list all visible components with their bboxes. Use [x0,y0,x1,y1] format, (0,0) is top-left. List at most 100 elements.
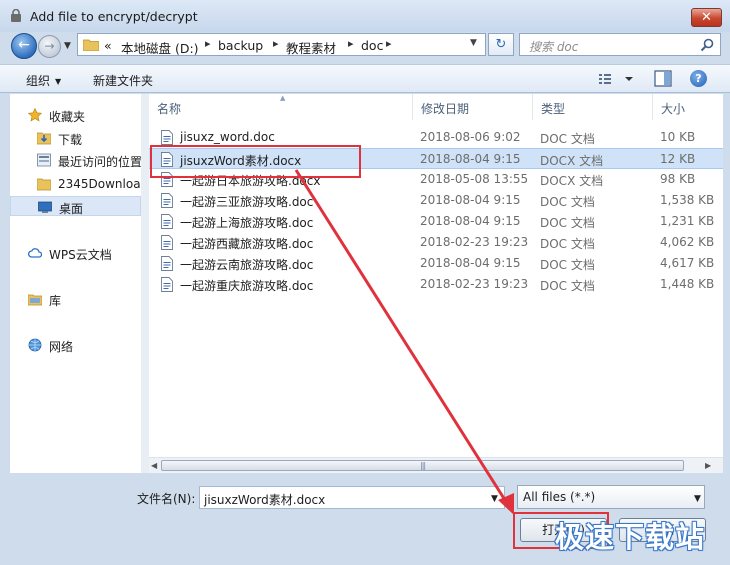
column-header-type[interactable]: 类型 [533,94,653,120]
address-overflow[interactable]: « [104,38,112,53]
search-placeholder[interactable]: 搜索 doc [529,38,578,55]
sort-ascending-icon: ▲ [280,94,286,102]
file-date: 2018-08-04 9:15 [420,193,521,207]
file-row[interactable]: 一起游西藏旅游攻略.doc 2018-02-23 19:23 DOC 文档 4,062… [149,232,723,253]
desktop-icon [38,201,52,213]
help-button[interactable]: ? [690,70,707,87]
file-type: DOCX 文档 [540,174,604,188]
sidebar-item-2345downloads[interactable]: 2345Downloads [10,174,141,194]
address-segment-doc[interactable]: doc [361,38,383,53]
address-segment-backup[interactable]: backup [218,38,263,53]
organize-menu[interactable]: 组织 ▼ [26,72,61,89]
sidebar-item-downloads[interactable]: 下载 [10,128,141,148]
sidebar-item-libraries[interactable]: 库 [10,289,141,309]
file-row[interactable]: 一起游重庆旅游攻略.doc 2018-02-23 19:23 DOC 文档 1,448… [149,274,723,295]
sidebar-item-label: 2345Downloads [58,177,141,191]
file-date: 2018-08-06 9:02 [420,130,521,144]
column-header-date[interactable]: 修改日期 [413,94,533,120]
sidebar-item-recent-places[interactable]: 最近访问的位置 [10,150,141,170]
file-name: 一起游三亚旅游攻略.doc [180,195,314,209]
scrollbar-thumb[interactable]: ||| [161,460,684,471]
file-date: 2018-08-04 9:15 [420,152,521,166]
sidebar-item-label: 库 [49,294,62,308]
address-segment-drive[interactable]: 本地磁盘 (D:) [121,38,199,57]
sidebar-item-desktop[interactable]: 桌面 [10,196,141,216]
folder-icon [37,178,51,191]
scroll-right-icon[interactable]: ▶ [705,461,711,470]
sidebar-item-network[interactable]: 网络 [10,335,141,355]
column-header-size[interactable]: 大小 [653,94,723,120]
change-view-icon[interactable] [598,71,638,87]
file-date: 2018-02-23 19:23 [420,277,529,291]
chevron-right-icon[interactable]: ▸ [386,37,392,50]
filename-dropdown-icon[interactable]: ▼ [491,494,498,504]
file-date: 2018-05-08 13:55 [420,172,529,186]
file-size: 1,538 KB [660,193,715,207]
cloud-icon [28,248,42,258]
search-box[interactable]: 搜索 doc [519,33,721,56]
file-row[interactable]: 一起游云南旅游攻略.doc 2018-08-04 9:15 DOC 文档 4,617 … [149,253,723,274]
preview-pane-icon[interactable] [654,70,672,87]
filename-label: 文件名(N): [137,492,196,506]
file-name: 一起游西藏旅游攻略.doc [180,237,314,251]
file-size: 4,062 KB [660,235,715,249]
document-icon [161,130,173,145]
download-folder-icon [37,132,51,145]
address-segment-tutorial[interactable]: 教程素材 [286,38,336,57]
file-name: jisuxz_word.doc [180,130,275,144]
address-bar[interactable]: « 本地磁盘 (D:) ▸ backup ▸ 教程素材 ▸ doc ▸ [77,33,486,56]
file-row[interactable]: 一起游上海旅游攻略.doc 2018-08-04 9:15 DOC 文档 1,231 … [149,211,723,232]
sidebar-item-label: 桌面 [59,202,84,216]
refresh-button[interactable]: ↻ [488,33,514,56]
navigation-bar: ← → ▼ « 本地磁盘 (D:) ▸ backup ▸ 教程素材 ▸ doc … [0,30,730,60]
window-title: Add file to encrypt/decrypt [30,9,198,24]
file-size: 4,617 KB [660,256,715,270]
back-button[interactable]: ← [11,33,37,59]
filetype-dropdown-icon[interactable]: ▼ [694,494,701,504]
file-name: 一起游上海旅游攻略.doc [180,216,314,230]
watermark-text: 极速下载站 [555,520,706,554]
file-type: DOC 文档 [540,216,595,230]
file-size: 1,231 KB [660,214,715,228]
document-icon [161,277,173,292]
sidebar-item-label: WPS云文档 [49,248,112,262]
filetype-select[interactable]: All files (*.*) [517,485,705,509]
pane-splitter[interactable] [141,94,149,473]
organize-label: 组织 [26,74,51,88]
sidebar-item-label: 下载 [58,133,83,147]
chevron-right-icon[interactable]: ▸ [273,37,279,50]
scroll-left-icon[interactable]: ◀ [151,461,157,470]
address-dropdown-icon[interactable]: ▼ [470,38,477,48]
file-date: 2018-08-04 9:15 [420,214,521,228]
sidebar-item-label: 最近访问的位置 [58,155,141,169]
close-button[interactable]: ✕ [691,8,722,27]
command-toolbar: 组织 ▼ 新建文件夹 ? [0,64,730,93]
recent-places-icon [37,153,51,167]
highlight-box-file [150,145,361,178]
chevron-right-icon[interactable]: ▸ [348,37,354,50]
file-size: 98 KB [660,172,696,186]
network-icon [28,338,42,352]
chevron-right-icon[interactable]: ▸ [205,37,211,50]
title-bar: Add file to encrypt/decrypt ✕ [0,0,730,32]
folder-icon [83,39,99,51]
file-size: 12 KB [660,152,696,166]
forward-button[interactable]: → [38,35,61,58]
lock-icon [11,9,21,22]
document-icon [161,235,173,250]
new-folder-button[interactable]: 新建文件夹 [93,72,153,89]
file-date: 2018-02-23 19:23 [420,235,529,249]
sidebar-item-label: 收藏夹 [49,110,86,124]
search-icon[interactable] [700,38,714,52]
sidebar-item-label: 网络 [49,340,74,354]
sidebar-item-wps-cloud[interactable]: WPS云文档 [10,243,141,263]
recent-pages-dropdown-icon[interactable]: ▼ [64,41,71,51]
file-row[interactable]: 一起游三亚旅游攻略.doc 2018-08-04 9:15 DOC 文档 1,538 … [149,190,723,211]
sidebar-item-favorites[interactable]: 收藏夹 [10,105,141,125]
filename-input[interactable]: jisuxzWord素材.docx [199,486,505,509]
document-icon [161,214,173,229]
file-type: DOC 文档 [540,132,595,146]
file-type: DOC 文档 [540,279,595,293]
horizontal-scrollbar[interactable]: ◀ ||| ▶ [149,457,723,473]
library-icon [28,294,42,306]
